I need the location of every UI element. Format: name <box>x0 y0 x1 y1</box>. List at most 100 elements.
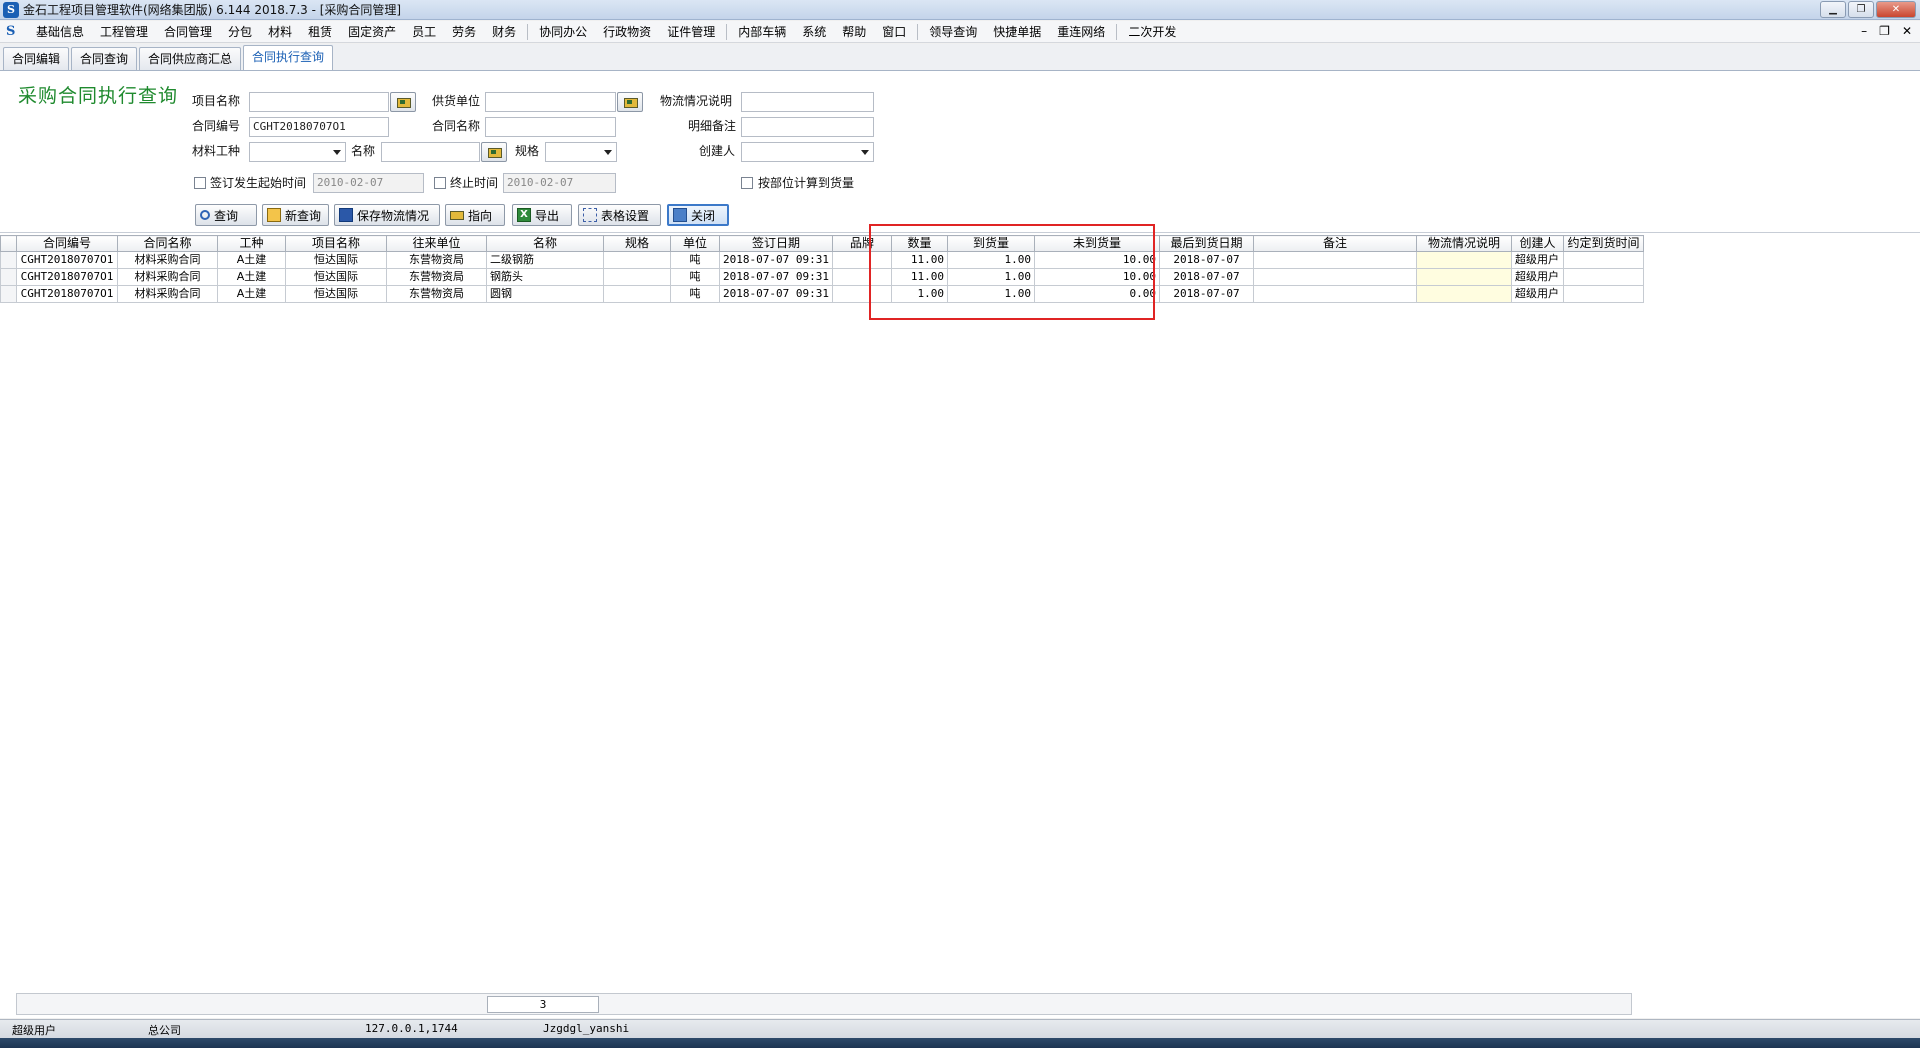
menu-labor[interactable]: 劳务 <box>444 21 484 43</box>
tab-contract-query[interactable]: 合同查询 <box>71 47 138 70</box>
tab-supplier-summary[interactable]: 合同供应商汇总 <box>139 47 242 70</box>
cell-contract-name[interactable]: 材料采购合同 <box>117 251 218 269</box>
column-header[interactable]: 名称 <box>486 235 604 252</box>
menu-staff[interactable]: 员工 <box>404 21 444 43</box>
tab-execution-query[interactable]: 合同执行查询 <box>243 45 334 70</box>
table-settings-button[interactable]: 表格设置 <box>578 204 661 226</box>
cell-contract-no[interactable]: CGHT20180707O1 <box>16 251 118 269</box>
column-header[interactable]: 品牌 <box>831 235 892 252</box>
column-header[interactable]: 单位 <box>670 235 720 252</box>
cell-project-name[interactable]: 恒达国际 <box>285 285 387 303</box>
column-header[interactable]: 备注 <box>1252 235 1417 252</box>
cell-last-arrival[interactable]: 2018-07-07 <box>1158 268 1254 286</box>
column-header[interactable]: 未到货量 <box>1033 235 1160 252</box>
cell-quantity[interactable]: 11.00 <box>890 268 948 286</box>
menu-dev[interactable]: 二次开发 <box>1120 21 1184 43</box>
spec-select[interactable] <box>545 142 617 162</box>
cell-item-name[interactable]: 二级钢筋 <box>486 251 604 269</box>
mdi-close-icon[interactable]: ✕ <box>1902 24 1912 38</box>
cell-last-arrival[interactable]: 2018-07-07 <box>1158 251 1254 269</box>
cell-brand[interactable] <box>831 285 892 303</box>
save-logistics-button[interactable]: 保存物流情况 <box>334 204 440 226</box>
cell-not-arrived[interactable]: 10.00 <box>1033 251 1160 269</box>
column-header[interactable]: 到货量 <box>946 235 1035 252</box>
cell-sign-date[interactable]: 2018-07-07 09:31 <box>719 285 833 303</box>
column-header[interactable]: 数量 <box>890 235 948 252</box>
column-header[interactable]: 规格 <box>603 235 671 252</box>
detail-note-input[interactable] <box>741 117 874 137</box>
cell-brand[interactable] <box>831 251 892 269</box>
mdi-restore-icon[interactable]: ❐ <box>1879 24 1890 38</box>
project-name-input[interactable] <box>249 92 389 112</box>
project-picker-icon[interactable] <box>390 92 416 112</box>
cell-remark[interactable] <box>1252 268 1417 286</box>
cell-agreed-arrival[interactable] <box>1562 285 1644 303</box>
cell-partner[interactable]: 东营物资局 <box>386 268 487 286</box>
row-indicator[interactable] <box>0 285 17 303</box>
cell-project-name[interactable]: 恒达国际 <box>285 251 387 269</box>
material-type-select[interactable] <box>249 142 346 162</box>
column-header[interactable]: 物流情况说明 <box>1415 235 1512 252</box>
cell-unit[interactable]: 吨 <box>670 268 720 286</box>
end-time-checkbox[interactable] <box>434 177 446 189</box>
point-button[interactable]: 指向 <box>445 204 505 226</box>
menu-subcontract[interactable]: 分包 <box>220 21 260 43</box>
tab-contract-edit[interactable]: 合同编辑 <box>3 47 70 70</box>
cell-arrived[interactable]: 1.00 <box>946 285 1035 303</box>
column-header[interactable]: 签订日期 <box>719 235 833 252</box>
cell-contract-no[interactable]: CGHT20180707O1 <box>16 285 118 303</box>
column-header[interactable]: 合同编号 <box>16 235 118 252</box>
menu-fixed-assets[interactable]: 固定资产 <box>340 21 404 43</box>
menu-admin-supplies[interactable]: 行政物资 <box>595 21 659 43</box>
menu-project[interactable]: 工程管理 <box>92 21 156 43</box>
calc-by-part-checkbox[interactable] <box>741 177 753 189</box>
cell-spec[interactable] <box>603 268 671 286</box>
end-date-input[interactable]: 2010-02-07 <box>503 173 616 193</box>
table-row[interactable]: CGHT20180707O1 材料采购合同 A土建 恒达国际 东营物资局 二级钢… <box>0 251 1644 269</box>
cell-quantity[interactable]: 11.00 <box>890 251 948 269</box>
cell-creator[interactable]: 超级用户 <box>1510 285 1564 303</box>
export-button[interactable]: X 导出 <box>512 204 572 226</box>
sign-start-date-input[interactable]: 2010-02-07 <box>313 173 424 193</box>
menu-vehicles[interactable]: 内部车辆 <box>730 21 794 43</box>
name-picker-icon[interactable] <box>481 142 507 162</box>
row-indicator[interactable] <box>0 251 17 269</box>
menu-help[interactable]: 帮助 <box>834 21 874 43</box>
table-row[interactable]: CGHT20180707O1 材料采购合同 A土建 恒达国际 东营物资局 圆钢 … <box>0 285 1644 303</box>
cell-spec[interactable] <box>603 251 671 269</box>
cell-not-arrived[interactable]: 0.00 <box>1033 285 1160 303</box>
cell-sign-date[interactable]: 2018-07-07 09:31 <box>719 268 833 286</box>
menu-reconnect[interactable]: 重连网络 <box>1049 21 1113 43</box>
menu-contract[interactable]: 合同管理 <box>156 21 220 43</box>
cell-remark[interactable] <box>1252 285 1417 303</box>
name-input[interactable] <box>381 142 480 162</box>
column-header[interactable]: 项目名称 <box>285 235 387 252</box>
cell-not-arrived[interactable]: 10.00 <box>1033 268 1160 286</box>
column-header[interactable]: 合同名称 <box>117 235 218 252</box>
cell-partner[interactable]: 东营物资局 <box>386 285 487 303</box>
cell-logistics[interactable] <box>1415 251 1512 269</box>
column-header[interactable]: 工种 <box>217 235 286 252</box>
cell-quantity[interactable]: 1.00 <box>890 285 948 303</box>
column-header[interactable]: 往来单位 <box>386 235 487 252</box>
cell-logistics[interactable] <box>1415 285 1512 303</box>
mdi-minimize-icon[interactable]: – <box>1861 24 1867 38</box>
query-button[interactable]: 查询 <box>195 204 257 226</box>
cell-partner[interactable]: 东营物资局 <box>386 251 487 269</box>
column-header[interactable]: 最后到货日期 <box>1158 235 1254 252</box>
close-button[interactable]: 关闭 <box>667 204 729 226</box>
cell-agreed-arrival[interactable] <box>1562 251 1644 269</box>
row-indicator[interactable] <box>0 268 17 286</box>
menu-material[interactable]: 材料 <box>260 21 300 43</box>
cell-creator[interactable]: 超级用户 <box>1510 268 1564 286</box>
minimize-button[interactable]: ▁ <box>1820 1 1846 18</box>
menu-lease[interactable]: 租赁 <box>300 21 340 43</box>
supplier-input[interactable] <box>485 92 616 112</box>
cell-unit[interactable]: 吨 <box>670 285 720 303</box>
menu-system[interactable]: 系统 <box>794 21 834 43</box>
cell-work-type[interactable]: A土建 <box>217 251 286 269</box>
cell-agreed-arrival[interactable] <box>1562 268 1644 286</box>
column-header[interactable]: 约定到货时间 <box>1562 235 1644 252</box>
cell-spec[interactable] <box>603 285 671 303</box>
creator-select[interactable] <box>741 142 874 162</box>
